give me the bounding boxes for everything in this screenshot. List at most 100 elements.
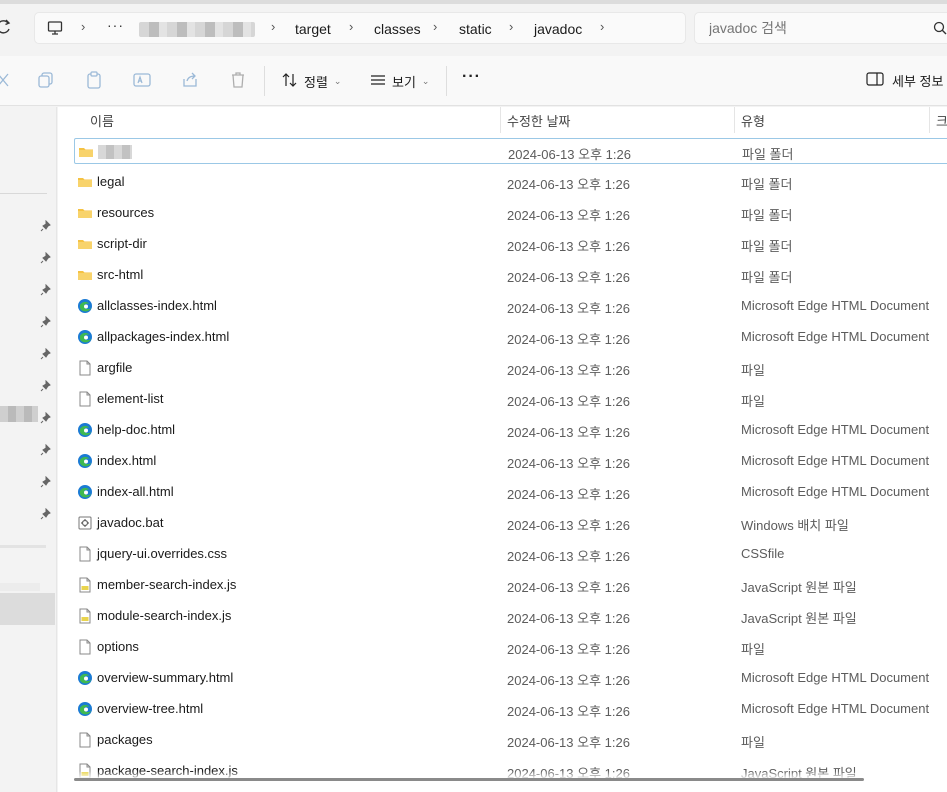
navigation-pane (0, 107, 57, 792)
file-name: overview-tree.html (97, 701, 204, 716)
file-row[interactable]: packages 2024-06-13 오후 1:26 파일 (74, 727, 947, 753)
view-label: 보기 (392, 74, 416, 90)
file-row[interactable]: jquery-ui.overrides.css 2024-06-13 오후 1:2… (74, 541, 947, 567)
file-row[interactable]: index.html 2024-06-13 오후 1:26 Microsoft Ed… (74, 448, 947, 474)
file-row[interactable]: argfile 2024-06-13 오후 1:26 파일 (74, 355, 947, 381)
nav-item-hidden[interactable] (0, 406, 38, 422)
horizontal-scrollbar[interactable] (74, 778, 864, 781)
nav-item-hidden[interactable] (0, 583, 40, 591)
pin-icon (40, 251, 52, 264)
share-icon[interactable] (180, 70, 200, 90)
edge-html-icon (77, 701, 93, 717)
file-icon (77, 391, 93, 407)
sort-button[interactable]: 정렬 ⌄ (282, 70, 341, 92)
chevron-right-icon[interactable]: › (271, 19, 275, 34)
file-row[interactable]: index-all.html 2024-06-13 오후 1:26 Microsof… (74, 479, 947, 505)
column-date[interactable]: 수정한 날짜 (507, 111, 570, 130)
edge-html-icon (77, 298, 93, 314)
nav-divider (0, 193, 47, 194)
file-modified-date: 2024-06-13 오후 1:26 (507, 549, 630, 564)
breadcrumb-static[interactable]: static (459, 21, 492, 37)
column-name[interactable]: 이름 (90, 111, 114, 130)
file-row[interactable]: script-dir 2024-06-13 오후 1:26 파일 폴더 (74, 231, 947, 257)
file-row[interactable]: overview-tree.html 2024-06-13 오후 1:26 Micr… (74, 696, 947, 722)
file-row[interactable]: member-search-index.js 2024-06-13 오후 1:26… (74, 572, 947, 598)
column-type[interactable]: 유형 (741, 111, 765, 130)
file-type: 파일 (741, 642, 765, 657)
breadcrumb-overflow[interactable]: ··· (107, 17, 124, 33)
view-button[interactable]: 보기 ⌄ (370, 70, 429, 92)
file-row[interactable]: allclasses-index.html 2024-06-13 오후 1:26 M… (74, 293, 947, 319)
file-row[interactable]: help-doc.html 2024-06-13 오후 1:26 Microsoft… (74, 417, 947, 443)
batch-file-icon (77, 515, 93, 531)
file-row[interactable]: module-search-index.js 2024-06-13 오후 1:26… (74, 603, 947, 629)
file-modified-date: 2024-06-13 오후 1:26 (507, 642, 630, 657)
folder-icon (78, 144, 94, 160)
file-icon (77, 639, 93, 655)
more-options-button[interactable]: ··· (462, 68, 481, 86)
file-name: options (97, 639, 139, 654)
breadcrumb-hidden-path[interactable] (139, 22, 255, 37)
column-divider[interactable] (734, 107, 735, 133)
details-pane-label: 세부 정보 (892, 74, 944, 89)
cut-icon[interactable] (0, 70, 14, 90)
file-row[interactable]: element-list 2024-06-13 오후 1:26 파일 (74, 386, 947, 412)
file-modified-date: 2024-06-13 오후 1:26 (507, 704, 630, 719)
chevron-right-icon[interactable]: › (433, 19, 437, 34)
pin-icon (40, 347, 52, 360)
chevron-right-icon[interactable]: › (600, 19, 604, 34)
details-pane-button[interactable]: 세부 정보 (866, 71, 943, 90)
file-modified-date: 2024-06-13 오후 1:26 (507, 332, 630, 347)
column-divider[interactable] (929, 107, 930, 133)
file-modified-date: 2024-06-13 오후 1:26 (507, 518, 630, 533)
breadcrumb-target[interactable]: target (295, 21, 331, 37)
chevron-right-icon[interactable]: › (509, 19, 513, 34)
file-row[interactable]: overview-summary.html 2024-06-13 오후 1:26 M… (74, 665, 947, 691)
file-name: member-search-index.js (97, 577, 237, 592)
pin-icon (40, 219, 52, 232)
nav-item-selected[interactable] (0, 593, 55, 625)
column-size[interactable]: 크 (936, 111, 947, 130)
file-row[interactable]: javadoc.bat 2024-06-13 오후 1:26 Windows 배치 … (74, 510, 947, 536)
chevron-right-icon[interactable]: › (81, 19, 85, 34)
search-icon[interactable] (933, 21, 947, 35)
file-row[interactable]: allpackages-index.html 2024-06-13 오후 1:26… (74, 324, 947, 350)
copy-icon[interactable] (36, 70, 56, 90)
file-modified-date: 2024-06-13 오후 1:26 (507, 487, 630, 502)
breadcrumb-javadoc[interactable]: javadoc (534, 21, 582, 37)
file-name: legal (97, 174, 125, 189)
file-type: 파일 (741, 394, 765, 409)
file-name: javadoc.bat (97, 515, 164, 530)
pin-icon (40, 411, 52, 424)
file-row[interactable]: 2024-06-13 오후 1:26 파일 폴더 (74, 138, 947, 164)
search-box[interactable] (694, 12, 947, 44)
address-bar[interactable]: › ··· › target › classes › static › java… (34, 12, 686, 44)
file-row[interactable]: options 2024-06-13 오후 1:26 파일 (74, 634, 947, 660)
column-divider[interactable] (500, 107, 501, 133)
pin-icon (40, 475, 52, 488)
rename-icon[interactable] (132, 70, 152, 90)
file-row[interactable]: resources 2024-06-13 오후 1:26 파일 폴더 (74, 200, 947, 226)
chevron-right-icon[interactable]: › (349, 19, 353, 34)
file-name: argfile (97, 360, 133, 375)
file-type: 파일 폴더 (741, 239, 793, 254)
chevron-down-icon: ⌄ (333, 75, 342, 86)
window-top-edge (0, 0, 947, 4)
horizontal-scrollbar-track (58, 771, 947, 792)
breadcrumb-classes[interactable]: classes (374, 21, 421, 37)
delete-icon[interactable] (228, 70, 248, 90)
file-name: help-doc.html (97, 422, 176, 437)
file-row[interactable]: src-html 2024-06-13 오후 1:26 파일 폴더 (74, 262, 947, 288)
file-modified-date: 2024-06-13 오후 1:26 (507, 611, 630, 626)
file-name: allpackages-index.html (97, 329, 230, 344)
file-name-redacted (98, 145, 132, 159)
search-input[interactable] (709, 20, 919, 36)
file-type: JavaScript 원본 파일 (741, 580, 857, 595)
file-name: jquery-ui.overrides.css (97, 546, 228, 561)
refresh-icon[interactable] (0, 18, 12, 38)
file-row[interactable]: legal 2024-06-13 오후 1:26 파일 폴더 (74, 169, 947, 195)
javascript-file-icon (77, 608, 93, 624)
file-modified-date: 2024-06-13 오후 1:26 (507, 363, 630, 378)
paste-icon[interactable] (84, 70, 104, 90)
this-pc-icon[interactable] (47, 20, 63, 36)
